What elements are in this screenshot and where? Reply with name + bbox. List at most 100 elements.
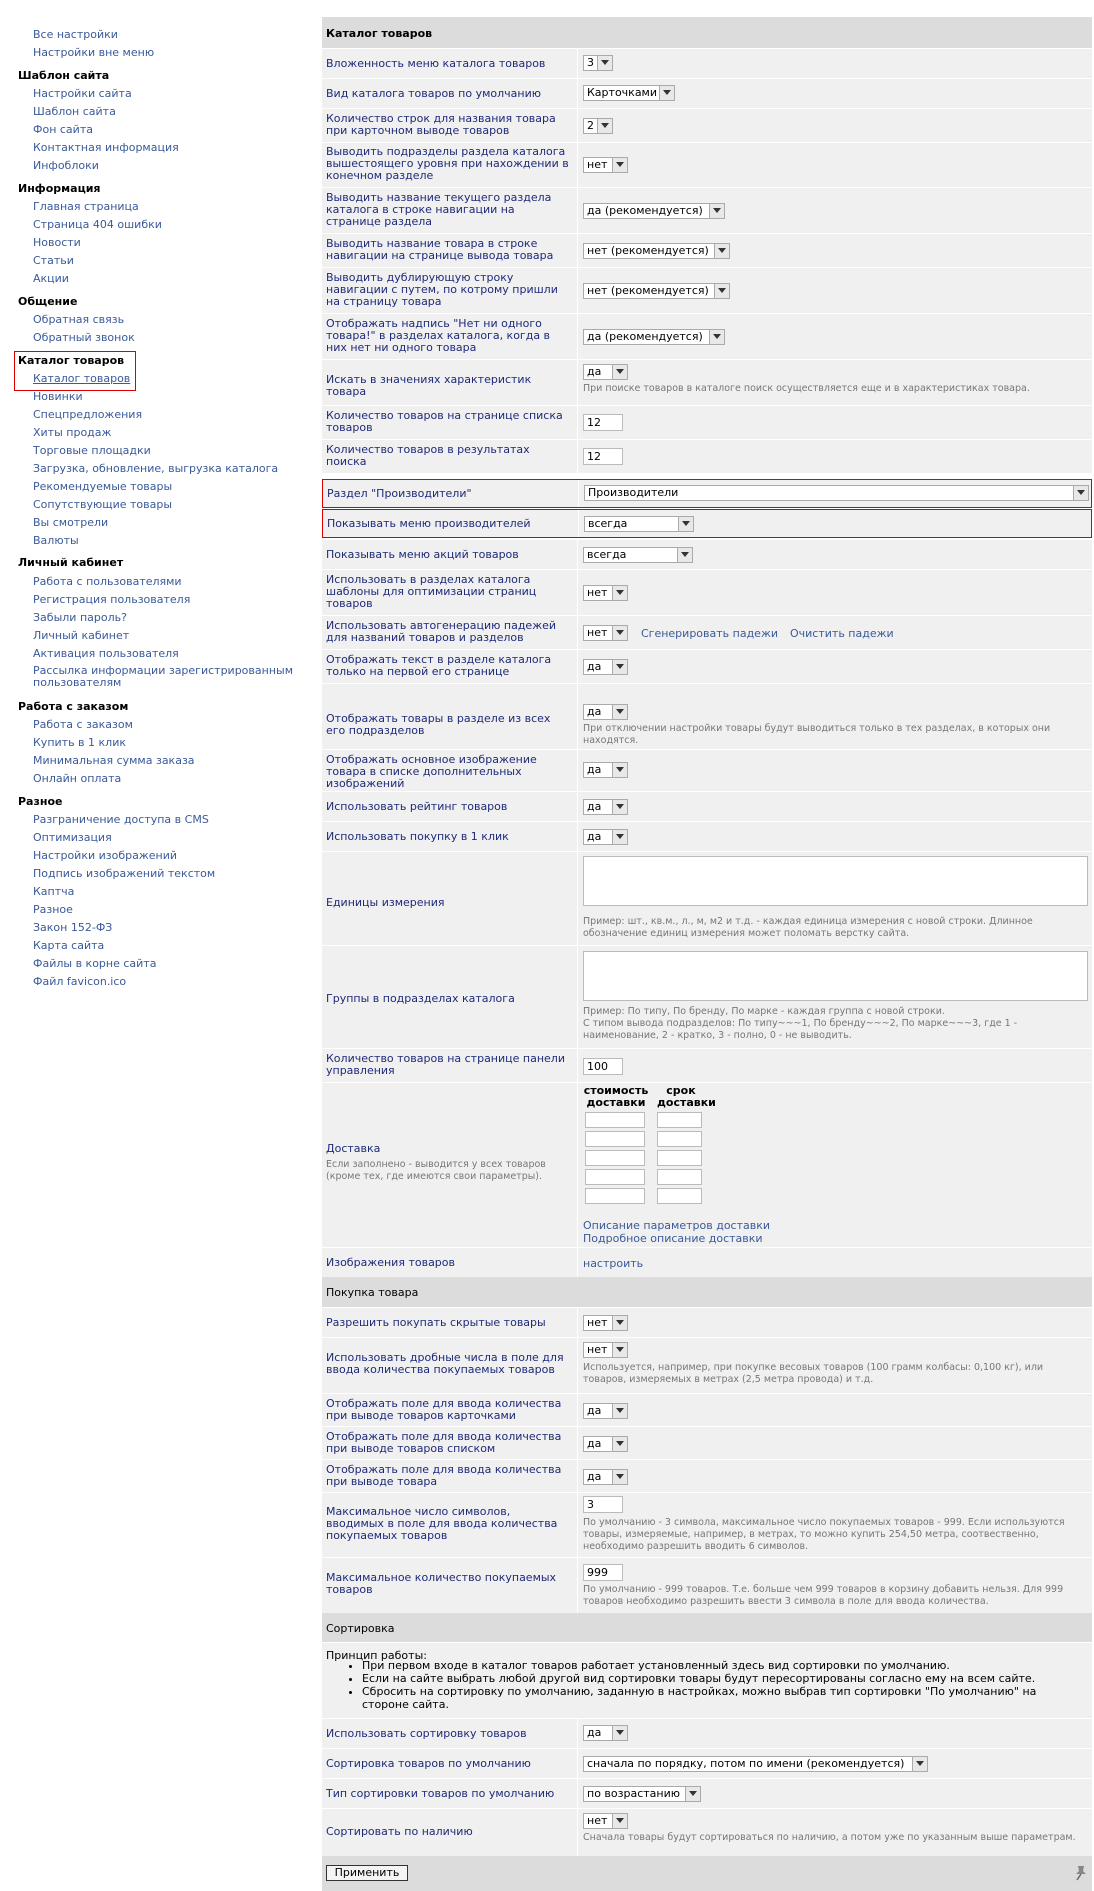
sidebar-item[interactable]: Оптимизация (33, 831, 112, 844)
sidebar-item[interactable]: Страница 404 ошибки (33, 218, 162, 231)
case-autogen-select[interactable]: нет (583, 625, 628, 641)
sidebar-item[interactable]: Акции (33, 272, 69, 285)
catalog-view-select[interactable]: Карточками (583, 85, 675, 101)
first-page-text-select[interactable]: да (583, 659, 628, 675)
breadcrumb-product-select[interactable]: нет (рекомендуется) (583, 243, 730, 259)
hidden-products-select[interactable]: нет (583, 1315, 628, 1331)
chevron-down-icon (612, 800, 627, 814)
clear-cases-link[interactable]: Очистить падежи (790, 627, 894, 640)
seo-templates-select[interactable]: нет (583, 585, 628, 601)
sidebar-item[interactable]: Файлы в корне сайта (33, 957, 156, 970)
sidebar-item[interactable]: Закон 152-ФЗ (33, 921, 112, 934)
default-sort-select[interactable]: сначала по порядку, потом по имени (реко… (583, 1756, 928, 1772)
title-rows-select[interactable]: 2 (583, 118, 613, 134)
sidebar-item[interactable]: Работа с заказом (33, 718, 133, 731)
sidebar-item[interactable]: Главная страница (33, 200, 139, 213)
admin-products-per-page-input[interactable]: 100 (583, 1058, 623, 1075)
groups-textarea[interactable] (583, 951, 1088, 1001)
sidebar-item[interactable]: Вы смотрели (33, 516, 108, 529)
rating-select[interactable]: да (583, 799, 628, 815)
sidebar-item[interactable]: Инфоблоки (33, 159, 99, 172)
search-characteristics-select[interactable]: да (583, 364, 628, 380)
units-textarea[interactable] (583, 856, 1088, 906)
sidebar-item[interactable]: Забыли пароль? (33, 611, 127, 624)
sidebar-item[interactable]: Активация пользователя (33, 647, 179, 660)
configure-images-link[interactable]: настроить (583, 1257, 643, 1270)
qty-list-select[interactable]: да (583, 1436, 628, 1452)
subsection-products-select[interactable]: да (583, 704, 628, 720)
delivery-time-input[interactable] (657, 1188, 702, 1204)
promo-menu-select[interactable]: всегда (583, 547, 693, 563)
sidebar-item[interactable]: Регистрация пользователя (33, 593, 190, 606)
sidebar-item[interactable]: Шаблон сайта (33, 105, 116, 118)
generate-cases-link[interactable]: Сгенерировать падежи (641, 627, 778, 640)
apply-button[interactable]: Применить (326, 1865, 408, 1881)
sidebar-item[interactable]: Разное (33, 903, 73, 916)
breadcrumb-section-select[interactable]: да (рекомендуется) (583, 203, 725, 219)
sidebar-item[interactable]: Разграничение доступа в CMS (33, 813, 209, 826)
no-products-label-select[interactable]: да (рекомендуется) (583, 329, 725, 345)
show-subsections-select[interactable]: нет (583, 157, 628, 173)
menu-depth-select[interactable]: 3 (583, 55, 613, 71)
sidebar-item[interactable]: Подпись изображений текстом (33, 867, 215, 880)
fractional-numbers-select[interactable]: нет (583, 1342, 628, 1358)
sidebar-item[interactable]: Статьи (33, 254, 74, 267)
sidebar-item[interactable]: Обратный звонок (33, 331, 135, 344)
delivery-cost-input[interactable] (585, 1188, 645, 1204)
pin-icon[interactable] (1074, 1865, 1088, 1881)
delivery-cost-input[interactable] (585, 1131, 645, 1147)
sidebar-item[interactable]: Минимальная сумма заказа (33, 754, 195, 767)
max-qty-chars-input[interactable]: 3 (583, 1496, 623, 1513)
sidebar-item[interactable]: Новости (33, 236, 81, 249)
sidebar-item[interactable]: Онлайн оплата (33, 772, 121, 785)
use-sorting-select[interactable]: да (583, 1725, 628, 1741)
sidebar-item-active[interactable]: Каталог товаров (33, 372, 130, 385)
sort-direction-select[interactable]: по возрастанию (583, 1786, 701, 1802)
sidebar-link-offmenu-settings[interactable]: Настройки вне меню (33, 46, 154, 59)
sidebar-item[interactable]: Карта сайта (33, 939, 104, 952)
sidebar-item[interactable]: Контактная информация (33, 141, 179, 154)
delivery-cost-input[interactable] (585, 1150, 645, 1166)
delivery-details-link[interactable]: Подробное описание доставки (583, 1232, 763, 1245)
sidebar-item[interactable]: Хиты продаж (33, 426, 111, 439)
delivery-time-input[interactable] (657, 1131, 702, 1147)
sidebar-item[interactable]: Рассылка информации зарегистрированным п… (33, 665, 303, 689)
sidebar-link-all-settings[interactable]: Все настройки (33, 28, 118, 41)
sidebar-item[interactable]: Валюты (33, 534, 79, 547)
qty-cards-select[interactable]: да (583, 1403, 628, 1419)
sidebar-item[interactable]: Каптча (33, 885, 74, 898)
manufacturers-menu-select[interactable]: всегда (584, 516, 694, 532)
sidebar-item[interactable]: Загрузка, обновление, выгрузка каталога (33, 462, 278, 475)
sidebar-item[interactable]: Настройки сайта (33, 87, 132, 100)
delivery-time-input[interactable] (657, 1169, 702, 1185)
sidebar-item[interactable]: Рекомендуемые товары (33, 480, 172, 493)
sidebar-item[interactable]: Фон сайта (33, 123, 93, 136)
products-per-page-input[interactable]: 12 (583, 414, 623, 431)
qty-product-select[interactable]: да (583, 1469, 628, 1485)
delivery-cost-input[interactable] (585, 1169, 645, 1185)
sidebar-item[interactable]: Спецпредложения (33, 408, 142, 421)
sidebar-item[interactable]: Работа с пользователями (33, 575, 182, 588)
sidebar-item[interactable]: Торговые площадки (33, 444, 151, 457)
sidebar-item[interactable]: Личный кабинет (33, 629, 129, 642)
sidebar-item[interactable]: Купить в 1 клик (33, 736, 126, 749)
main-image-in-list-select[interactable]: да (583, 762, 628, 778)
max-qty-input[interactable]: 999 (583, 1564, 623, 1581)
setting-label: Использовать рейтинг товаров (326, 800, 508, 813)
sidebar-item[interactable]: Настройки изображений (33, 849, 177, 862)
sidebar-item[interactable]: Файл favicon.ico (33, 975, 126, 988)
delivery-params-link[interactable]: Описание параметров доставки (583, 1219, 770, 1232)
search-results-count-input[interactable]: 12 (583, 448, 623, 465)
manufacturers-section-select[interactable]: Производители (584, 485, 1089, 501)
sidebar-item[interactable]: Обратная связь (33, 313, 124, 326)
sort-bullet: Сбросить на сортировку по умолчанию, зад… (362, 1685, 1082, 1711)
delivery-time-input[interactable] (657, 1150, 702, 1166)
delivery-time-input[interactable] (657, 1112, 702, 1128)
delivery-cost-input[interactable] (585, 1112, 645, 1128)
sidebar-item[interactable]: Сопутствующие товары (33, 498, 172, 511)
sort-availability-select[interactable]: нет (583, 1813, 628, 1829)
one-click-select[interactable]: да (583, 829, 628, 845)
sidebar-item[interactable]: Новинки (33, 390, 83, 403)
chevron-down-icon (912, 1757, 927, 1771)
duplicate-breadcrumb-select[interactable]: нет (рекомендуется) (583, 283, 730, 299)
